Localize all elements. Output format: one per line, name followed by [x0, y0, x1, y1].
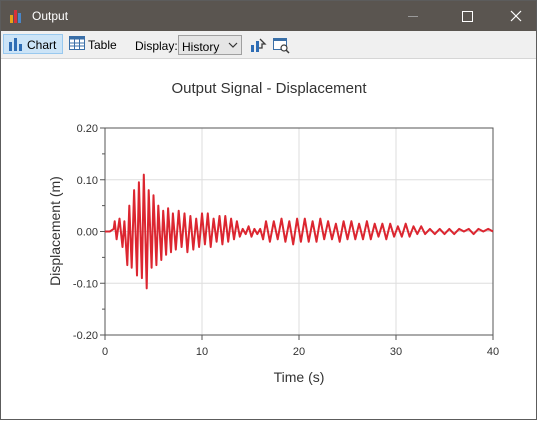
y-tick-label: 0.10	[77, 175, 98, 187]
chart-settings-button[interactable]	[272, 36, 290, 54]
chevron-down-icon	[228, 42, 238, 48]
toolbar: Chart Table Display: History	[1, 31, 536, 59]
output-window: Output Chart Table Display: History Outp…	[0, 0, 537, 420]
displacement-chart: Output Signal - Displacement 0 10 20 30 40 -0…	[47, 80, 499, 385]
window-title: Output	[32, 9, 69, 23]
export-chart-button[interactable]	[249, 36, 267, 54]
x-tick-label: 30	[390, 346, 402, 358]
bar-chart-icon	[9, 38, 22, 51]
y-axis-label: Displacement (m)	[47, 176, 63, 286]
chart-title: Output Signal - Displacement	[171, 80, 367, 97]
maximize-icon[interactable]	[450, 1, 486, 31]
close-icon[interactable]	[498, 1, 534, 31]
y-tick-label: 0.00	[77, 227, 98, 239]
export-chart-icon	[251, 38, 267, 52]
x-tick-label: 20	[293, 346, 305, 358]
display-label: Display:	[135, 39, 178, 53]
table-icon	[69, 36, 85, 50]
minimize-icon[interactable]	[395, 1, 431, 31]
y-tick-label: -0.20	[73, 330, 98, 342]
x-tick-label: 40	[487, 346, 499, 358]
table-button-label: Table	[88, 38, 117, 52]
chart-button-label: Chart	[27, 38, 57, 52]
display-select[interactable]: History	[178, 35, 242, 55]
x-axis-label: Time (s)	[274, 369, 325, 385]
app-chart-icon	[10, 9, 24, 23]
chart-settings-icon	[273, 38, 290, 54]
x-tick-label: 0	[102, 346, 108, 358]
chart-area: Output Signal - Displacement 0 10 20 30 40 -0…	[1, 59, 536, 419]
y-tick-label: -0.10	[73, 278, 98, 290]
table-view-button[interactable]: Table	[67, 34, 119, 54]
y-tick-label: 0.20	[77, 123, 98, 135]
close-glyph	[510, 10, 522, 22]
chart-view-button[interactable]: Chart	[3, 34, 63, 54]
display-select-value: History	[182, 40, 220, 54]
x-tick-label: 10	[196, 346, 208, 358]
title-bar[interactable]: Output	[1, 1, 536, 31]
